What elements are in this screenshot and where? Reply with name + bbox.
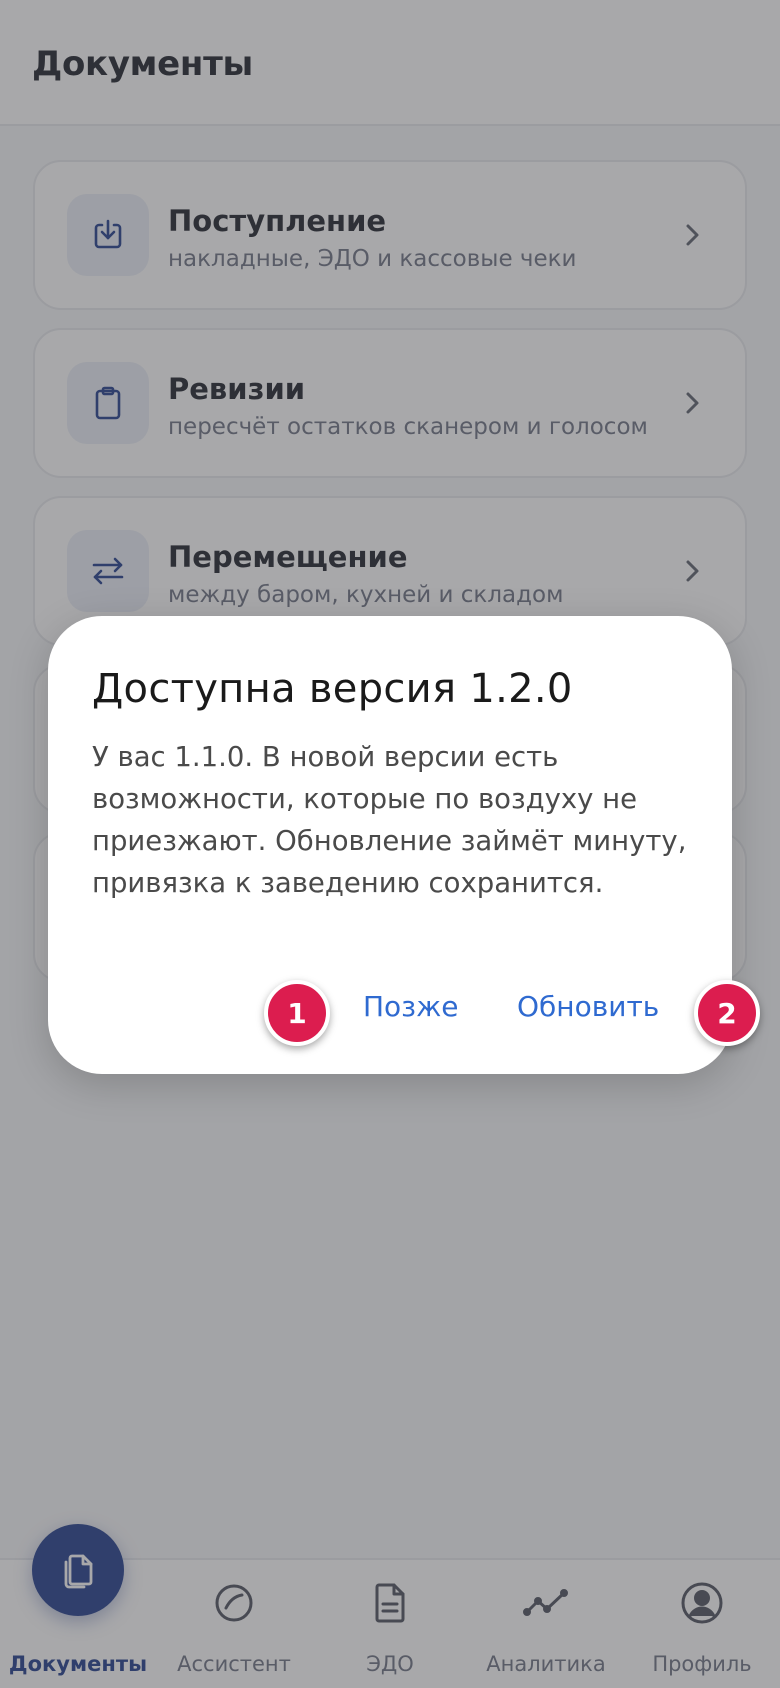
later-button[interactable]: Позже bbox=[363, 990, 459, 1023]
update-button[interactable]: Обновить bbox=[517, 990, 659, 1023]
marker-badge-1: 1 bbox=[264, 980, 330, 1046]
marker-badge-2: 2 bbox=[694, 980, 760, 1046]
dialog-title: Доступна версия 1.2.0 bbox=[92, 666, 573, 712]
update-dialog: Доступна версия 1.2.0 У вас 1.1.0. В нов… bbox=[48, 616, 732, 1074]
dialog-body: У вас 1.1.0. В новой версии есть возможн… bbox=[92, 741, 687, 899]
